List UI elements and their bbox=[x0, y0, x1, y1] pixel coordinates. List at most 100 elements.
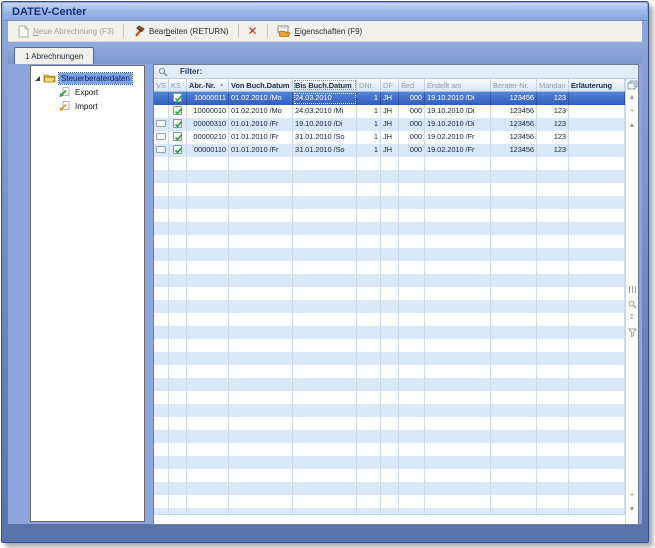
cell-bed bbox=[399, 469, 425, 482]
cell-abrnr bbox=[187, 443, 229, 456]
cell-bed bbox=[399, 495, 425, 508]
toolbar-separator bbox=[267, 24, 268, 38]
tree-item-label: Import bbox=[73, 101, 100, 112]
cell-erstellt bbox=[425, 300, 491, 313]
cell-bis bbox=[293, 209, 357, 222]
abrechnungen-grid: Filter: VSKSAbr.-Nr.▲Von Buch.DatumBis B… bbox=[153, 64, 639, 525]
add-row-icon[interactable]: + bbox=[626, 492, 638, 500]
cell-mandant bbox=[537, 313, 569, 326]
cell-bis bbox=[293, 287, 357, 300]
cell-vs bbox=[154, 170, 169, 183]
cell-von: 01.01.2010 /Fr bbox=[229, 144, 293, 157]
checkbox-checked[interactable] bbox=[173, 93, 182, 102]
cell-dnr bbox=[357, 404, 381, 417]
new-abrechnung-button[interactable]: Neue Abrechnung (F3) bbox=[12, 23, 120, 40]
eigenschaften-button[interactable]: Eigenschaften (F9) bbox=[271, 23, 369, 40]
bearbeiten-button[interactable]: Bearbeiten (RETURN) bbox=[127, 23, 235, 40]
column-header-ks[interactable]: KS bbox=[169, 79, 187, 91]
export-icon bbox=[58, 87, 70, 98]
cell-erlaeuterung bbox=[569, 365, 625, 378]
cell-erstellt bbox=[425, 495, 491, 508]
search-icon[interactable] bbox=[626, 300, 638, 309]
table-row[interactable]: 0000021001.01.2010 /Fr31.01.2010 /So1JH0… bbox=[154, 131, 625, 144]
toolbar-separator bbox=[238, 24, 239, 38]
column-header-bis[interactable]: Bis Buch.Datum bbox=[293, 79, 357, 91]
column-header-vs[interactable]: VS bbox=[154, 79, 169, 91]
cell-df bbox=[381, 235, 399, 248]
cell-ks bbox=[169, 456, 187, 469]
search-icon bbox=[158, 67, 168, 77]
cell-abrnr bbox=[187, 248, 229, 261]
column-header-bed[interactable]: Bed bbox=[399, 79, 425, 91]
scroll-bottom-icon[interactable]: ▼ bbox=[626, 506, 638, 514]
cell-bed: 000 bbox=[399, 144, 425, 157]
cell-erlaeuterung bbox=[569, 157, 625, 170]
table-row[interactable]: 0000011001.01.2010 /Fr31.01.2010 /So1JH0… bbox=[154, 144, 625, 157]
cell-dnr bbox=[357, 417, 381, 430]
cell-berater: 123456 bbox=[491, 92, 537, 105]
tree-item-import[interactable]: Import bbox=[31, 99, 144, 113]
tree-expander-icon[interactable] bbox=[35, 76, 40, 81]
cell-mandant bbox=[537, 469, 569, 482]
column-header-erstellt[interactable]: Erstellt am bbox=[425, 79, 491, 91]
tab-abrechnungen[interactable]: 1 Abrechnungen bbox=[14, 47, 94, 64]
tree-item-export[interactable]: Export bbox=[31, 85, 144, 99]
column-header-df[interactable]: DF bbox=[381, 79, 399, 91]
column-header-erlaeuterung[interactable]: Erläuterung bbox=[569, 79, 625, 91]
cell-mandant bbox=[537, 261, 569, 274]
cell-abrnr bbox=[187, 300, 229, 313]
cell-berater bbox=[491, 352, 537, 365]
cell-vs bbox=[154, 209, 169, 222]
cell-bed bbox=[399, 339, 425, 352]
column-chooser-icon[interactable] bbox=[626, 80, 638, 90]
column-header-dnr[interactable]: DNr. bbox=[357, 79, 381, 91]
cell-abrnr bbox=[187, 339, 229, 352]
add-row-icon[interactable]: + bbox=[626, 108, 638, 116]
table-row-empty bbox=[154, 482, 625, 495]
table-row[interactable]: 1000001001.02.2010 /Mo24.03.2010 /Mi1JH0… bbox=[154, 105, 625, 118]
cell-bis bbox=[293, 183, 357, 196]
tree-item-label: Steuerberaterdaten bbox=[59, 73, 132, 84]
cell-dnr bbox=[357, 469, 381, 482]
scroll-top-icon[interactable]: ▲ bbox=[626, 94, 638, 102]
columns-icon[interactable] bbox=[626, 286, 638, 296]
cell-dnr: 1 bbox=[357, 92, 381, 105]
cell-df bbox=[381, 365, 399, 378]
cell-bed bbox=[399, 274, 425, 287]
checkbox-checked[interactable] bbox=[173, 106, 182, 115]
cell-df bbox=[381, 495, 399, 508]
cell-mandant bbox=[537, 417, 569, 430]
checkbox-checked[interactable] bbox=[173, 119, 182, 128]
titlebar[interactable]: DATEV-Center bbox=[3, 3, 647, 21]
cell-erlaeuterung bbox=[569, 183, 625, 196]
column-header-abrnr[interactable]: Abr.-Nr.▲ bbox=[187, 79, 229, 91]
cell-bis bbox=[293, 157, 357, 170]
delete-button[interactable]: ✕ bbox=[242, 23, 264, 40]
checkbox-checked[interactable] bbox=[173, 132, 182, 141]
table-row[interactable]: 0000031001.01.2010 /Fr19.10.2010 /Di1JH0… bbox=[154, 118, 625, 131]
checkbox-checked[interactable] bbox=[173, 145, 182, 154]
cell-mandant bbox=[537, 339, 569, 352]
cell-mandant bbox=[537, 183, 569, 196]
cell-bed bbox=[399, 183, 425, 196]
cell-vs bbox=[154, 469, 169, 482]
cell-dnr: 1 bbox=[357, 131, 381, 144]
tree-item-steuerberaterdaten[interactable]: Steuerberaterdaten bbox=[31, 71, 144, 85]
scroll-up-icon[interactable]: ▲ bbox=[626, 122, 638, 130]
table-row[interactable]: 1000001101.02.2010 /Mo24.03.20101JH00019… bbox=[154, 92, 625, 105]
column-header-berater[interactable]: Berater-Nr. bbox=[491, 79, 537, 91]
sum-icon[interactable]: Σ bbox=[626, 314, 638, 322]
column-header-mandant[interactable]: Mandan bbox=[537, 79, 569, 91]
cell-mandant bbox=[537, 300, 569, 313]
cell-von bbox=[229, 365, 293, 378]
column-header-von[interactable]: Von Buch.Datum bbox=[229, 79, 293, 91]
cell-dnr bbox=[357, 300, 381, 313]
filter-icon[interactable] bbox=[626, 328, 638, 337]
cell-von: 01.01.2010 /Fr bbox=[229, 131, 293, 144]
cell-df bbox=[381, 196, 399, 209]
cell-df: JH bbox=[381, 92, 399, 105]
filter-row[interactable]: Filter: bbox=[154, 65, 638, 79]
cell-von bbox=[229, 352, 293, 365]
cell-von bbox=[229, 196, 293, 209]
cell-ks bbox=[169, 183, 187, 196]
